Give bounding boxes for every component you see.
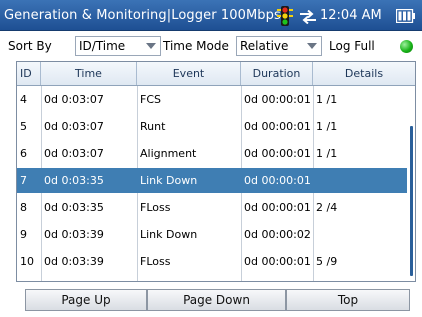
cell-id: 7 xyxy=(20,174,27,187)
column-header-event[interactable]: Event xyxy=(137,62,241,85)
column-header-id[interactable]: ID xyxy=(17,62,41,85)
controls-bar: Sort By ID/Time Time Mode Relative Log F… xyxy=(0,34,422,60)
cell-event: Alignment xyxy=(140,147,197,160)
cell-id: 8 xyxy=(20,201,27,214)
cell-id: 4 xyxy=(20,93,27,106)
cell-details: 5 /9 xyxy=(316,255,338,268)
table-row[interactable]: 4 0d 0:03:07 FCS 0d 00:00:01 1 /1 xyxy=(17,87,407,112)
sort-by-value: ID/Time xyxy=(79,39,126,53)
cell-event: FCS xyxy=(140,93,161,106)
sort-by-label: Sort By xyxy=(8,39,52,53)
cell-event: Link Down xyxy=(140,228,198,241)
top-button[interactable]: Top xyxy=(286,289,410,311)
battery-icon xyxy=(395,8,415,24)
vertical-scrollbar[interactable] xyxy=(408,86,415,281)
table-row[interactable]: 10 0d 0:03:39 FLoss 0d 00:00:01 5 /9 xyxy=(17,249,407,274)
time-mode-value: Relative xyxy=(240,39,289,53)
table-row[interactable]: 8 0d 0:03:35 FLoss 0d 00:00:01 2 /4 xyxy=(17,195,407,220)
table-row-selected[interactable]: 7 0d 0:03:35 Link Down 0d 00:00:01 xyxy=(17,168,407,193)
cell-id: 5 xyxy=(20,120,27,133)
time-mode-label: Time Mode xyxy=(163,39,229,53)
cell-details: 1 /1 xyxy=(316,147,338,160)
cell-id: 10 xyxy=(20,255,34,268)
cell-duration: 0d 00:00:01 xyxy=(244,93,311,106)
cell-id: 9 xyxy=(20,228,27,241)
transfer-arrows-icon xyxy=(299,9,317,25)
page-up-button[interactable]: Page Up xyxy=(25,289,147,311)
log-full-label: Log Full xyxy=(329,39,375,53)
table-header: ID Time Event Duration Details xyxy=(17,62,415,86)
cell-time: 0d 0:03:39 xyxy=(44,255,104,268)
window-title: Generation & Monitoring|Logger 100Mbps xyxy=(4,7,281,23)
cell-duration: 0d 00:00:01 xyxy=(244,147,311,160)
cell-event: FLoss xyxy=(140,201,171,214)
event-log-table: ID Time Event Duration Details 4 0d 0:03… xyxy=(16,61,416,282)
sort-by-select[interactable]: ID/Time xyxy=(75,36,161,56)
cell-duration: 0d 00:00:01 xyxy=(244,255,311,268)
cell-details: 2 /4 xyxy=(316,201,338,214)
cell-event: Runt xyxy=(140,120,166,133)
traffic-light-icon xyxy=(277,6,293,26)
cell-duration: 0d 00:00:01 xyxy=(244,174,311,187)
table-row[interactable]: 6 0d 0:03:07 Alignment 0d 00:00:01 1 /1 xyxy=(17,141,407,166)
cell-duration: 0d 00:00:01 xyxy=(244,201,311,214)
clock: 12:04 AM xyxy=(320,8,382,23)
cell-time: 0d 0:03:07 xyxy=(44,147,104,160)
page-down-button[interactable]: Page Down xyxy=(147,289,286,311)
cell-time: 0d 0:03:39 xyxy=(44,228,104,241)
cell-duration: 0d 00:00:02 xyxy=(244,228,311,241)
cell-details: 1 /1 xyxy=(316,93,338,106)
chevron-down-icon xyxy=(307,43,317,49)
cell-event: Link Down xyxy=(140,174,198,187)
table-row[interactable]: 9 0d 0:03:39 Link Down 0d 00:00:02 xyxy=(17,222,407,247)
column-header-time[interactable]: Time xyxy=(41,62,137,85)
column-header-duration[interactable]: Duration xyxy=(241,62,313,85)
chevron-down-icon xyxy=(146,43,156,49)
column-header-details[interactable]: Details xyxy=(313,62,415,85)
cell-time: 0d 0:03:07 xyxy=(44,120,104,133)
cell-details: 1 /1 xyxy=(316,120,338,133)
cell-time: 0d 0:03:35 xyxy=(44,201,104,214)
log-full-status-led xyxy=(400,40,413,53)
cell-duration: 0d 00:00:01 xyxy=(244,120,311,133)
cell-id: 6 xyxy=(20,147,27,160)
time-mode-select[interactable]: Relative xyxy=(236,36,322,56)
cell-time: 0d 0:03:35 xyxy=(44,174,104,187)
cell-event: FLoss xyxy=(140,255,171,268)
scrollbar-thumb[interactable] xyxy=(410,126,413,276)
cell-time: 0d 0:03:07 xyxy=(44,93,104,106)
table-row[interactable]: 5 0d 0:03:07 Runt 0d 00:00:01 1 /1 xyxy=(17,114,407,139)
